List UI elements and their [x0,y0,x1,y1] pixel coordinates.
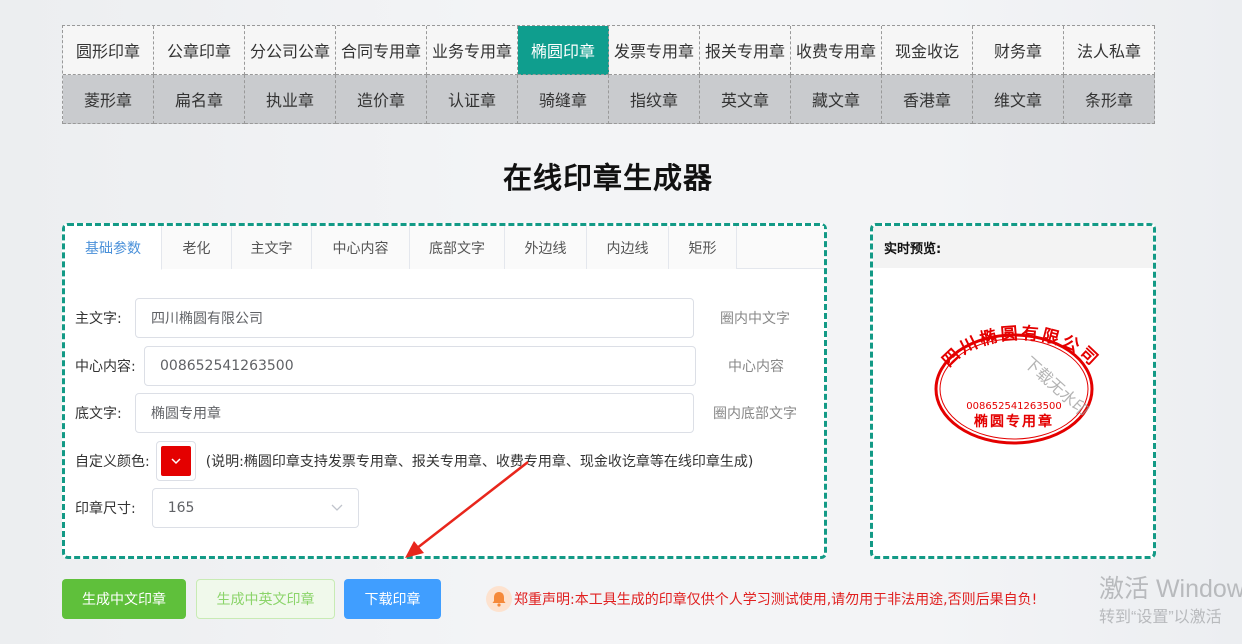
color-row: 自定义颜色: (说明:椭圆印章支持发票专用章、报关专用章、收费专用章、现金收讫章… [75,441,753,481]
settings-tabs: 基础参数 老化 主文字 中心内容 底部文字 外边线 内边线 矩形 [65,226,824,270]
size-label: 印章尺寸: [75,501,136,517]
nav-item-customs-seal[interactable]: 报关专用章 [700,26,791,75]
download-stamp-button[interactable]: 下载印章 [344,579,441,619]
size-select[interactable]: 165 [151,488,359,528]
nav-item-legal-person-seal[interactable]: 法人私章 [1064,26,1155,75]
center-content-input[interactable]: 008652541263500 [144,346,696,386]
color-swatch [160,446,191,476]
tab-rectangle[interactable]: 矩形 [669,226,737,269]
nav-item-contract-seal[interactable]: 合同专用章 [336,26,427,75]
main-text-row: 主文字: 四川椭圆有限公司 圈内中文字 [75,298,816,338]
tab-main-text[interactable]: 主文字 [232,226,312,269]
color-label: 自定义颜色: [75,454,150,470]
main-text-label: 主文字: [75,311,122,327]
bottom-text-label: 底文字: [75,406,122,422]
bell-icon [486,586,512,612]
preview-title: 实时预览: [873,226,1153,268]
center-content-label: 中心内容: [75,359,136,375]
activation-line1: 激活 Windows [1099,575,1242,603]
bottom-text-row: 底文字: 椭圆专用章 圈内底部文字 [75,393,816,433]
nav-item-flat-name-seal[interactable]: 扁名章 [154,75,245,124]
preview-panel: 实时预览: 四川椭圆有限公司 008652541263500 椭圆专用章 下载无… [870,223,1156,559]
chevron-down-icon [171,457,181,464]
generate-cn-stamp-button[interactable]: 生成中文印章 [62,579,186,619]
bottom-text-hint: 圈内底部文字 [713,406,797,422]
bottom-text-input[interactable]: 椭圆专用章 [135,393,694,433]
stamp-center-text: 008652541263500 [966,401,1061,412]
nav-item-round-stamp[interactable]: 圆形印章 [63,26,154,75]
activation-line2: 转到“设置”以激活 [1099,609,1222,626]
nav-item-seam-seal[interactable]: 骑缝章 [518,75,609,124]
tab-basic-params[interactable]: 基础参数 [65,226,162,270]
nav-item-uyghur-seal[interactable]: 维文章 [973,75,1064,124]
nav-item-certification-seal[interactable]: 认证章 [427,75,518,124]
nav-item-business-seal[interactable]: 业务专用章 [427,26,518,75]
color-picker[interactable] [155,441,196,481]
center-content-row: 中心内容: 008652541263500 中心内容 [75,346,816,386]
nav-item-charge-seal[interactable]: 收费专用章 [791,26,882,75]
oval-stamp: 四川椭圆有限公司 008652541263500 椭圆专用章 [934,323,1101,445]
size-value: 165 [167,500,195,516]
chevron-down-icon [331,504,343,511]
nav-item-cash-received[interactable]: 现金收讫 [882,26,973,75]
color-note: (说明:椭圆印章支持发票专用章、报关专用章、收费专用章、现金收讫章等在线印章生成… [205,454,754,470]
nav-item-invoice-seal[interactable]: 发票专用章 [609,26,700,75]
nav-item-diamond-seal[interactable]: 菱形章 [63,75,154,124]
nav-item-practice-seal[interactable]: 执业章 [245,75,336,124]
disclaimer-text: 郑重声明:本工具生成的印章仅供个人学习测试使用,请勿用于非法用途,否则后果自负! [514,592,1038,608]
nav-item-bar-seal[interactable]: 条形章 [1064,75,1155,124]
tab-center-content[interactable]: 中心内容 [312,226,410,269]
tab-bottom-text[interactable]: 底部文字 [410,226,505,269]
stamp-type-nav: 圆形印章 公章印章 分公司公章 合同专用章 业务专用章 椭圆印章 发票专用章 报… [62,25,1155,124]
settings-panel: 基础参数 老化 主文字 中心内容 底部文字 外边线 内边线 矩形 主文字: 四川… [62,223,827,559]
page-title: 在线印章生成器 [502,161,713,195]
tab-inner-line[interactable]: 内边线 [587,226,669,269]
tab-aging[interactable]: 老化 [162,226,232,269]
main-text-hint: 圈内中文字 [720,311,790,327]
nav-item-official-seal[interactable]: 公章印章 [154,26,245,75]
main-text-input[interactable]: 四川椭圆有限公司 [135,298,694,338]
nav-item-english-seal[interactable]: 英文章 [700,75,791,124]
nav-item-hongkong-seal[interactable]: 香港章 [882,75,973,124]
generate-cn-en-stamp-button[interactable]: 生成中英文印章 [196,579,335,619]
disclaimer-notice: 郑重声明:本工具生成的印章仅供个人学习测试使用,请勿用于非法用途,否则后果自负! [486,586,1037,612]
nav-item-finance-seal[interactable]: 财务章 [973,26,1064,75]
nav-item-branch-seal[interactable]: 分公司公章 [245,26,336,75]
stamp-bottom-text: 椭圆专用章 [974,413,1054,430]
center-content-hint: 中心内容 [728,359,784,375]
tab-outer-line[interactable]: 外边线 [505,226,587,269]
nav-item-oval-seal[interactable]: 椭圆印章 [518,26,609,75]
nav-item-tibetan-seal[interactable]: 藏文章 [791,75,882,124]
size-row: 印章尺寸: 165 [75,488,359,528]
nav-item-fingerprint-seal[interactable]: 指纹章 [609,75,700,124]
windows-activation-watermark: 激活 Windows 转到“设置”以激活 [1099,574,1242,630]
stamp-preview: 四川椭圆有限公司 008652541263500 椭圆专用章 下载无水印 [934,323,1101,445]
nav-item-cost-seal[interactable]: 造价章 [336,75,427,124]
